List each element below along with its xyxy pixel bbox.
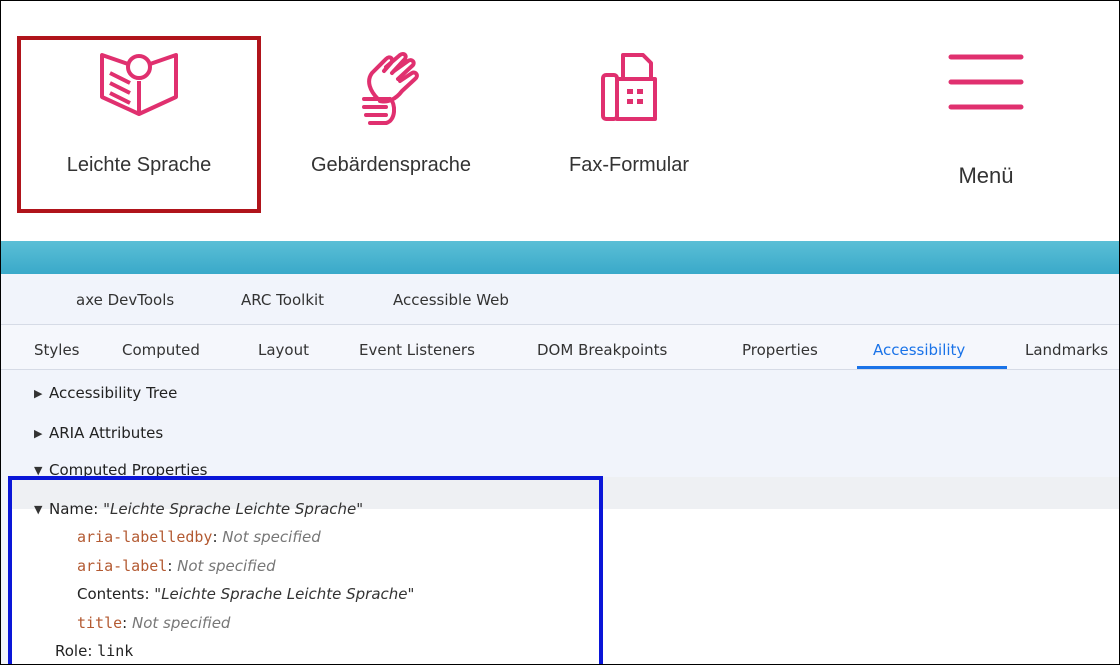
tab-styles[interactable]: Styles: [34, 341, 80, 359]
tab-arc-toolkit[interactable]: ARC Toolkit: [241, 291, 324, 309]
prop-label: Name:: [49, 500, 104, 518]
expand-triangle-icon: ▶: [34, 427, 43, 440]
prop-aria-labelledby: aria-labelledby: Not specified: [77, 528, 321, 546]
prop-title: title: Not specified: [77, 614, 231, 632]
section-accessibility-tree[interactable]: ▶ Accessibility Tree: [34, 384, 177, 402]
menu-label: Menü: [958, 163, 1014, 188]
tab-axe-devtools[interactable]: axe DevTools: [76, 291, 174, 309]
prop-name-row[interactable]: ▼ Name: "Leichte Sprache Leichte Sprache": [34, 500, 363, 518]
tab-landmarks[interactable]: Landmarks: [1025, 341, 1108, 359]
prop-contents: Contents: "Leichte Sprache Leichte Sprac…: [77, 585, 414, 603]
tab-layout[interactable]: Layout: [258, 341, 309, 359]
expand-triangle-icon: ▶: [34, 387, 43, 400]
tab-accessibility[interactable]: Accessibility: [873, 341, 965, 359]
site-header: Leichte Sprache Gebärdensprache Fax-Form…: [1, 1, 1119, 241]
attr-value: Not specified: [131, 614, 231, 632]
prop-value: "Leichte Sprache Leichte Sprache": [103, 500, 364, 518]
attr-value: Not specified: [222, 528, 321, 546]
screenshot-frame: Leichte Sprache Gebärdensprache Fax-Form…: [0, 0, 1120, 665]
nav-gebaerdensprache-link[interactable]: Gebärdensprache: [271, 41, 511, 216]
attr-value: Not specified: [177, 557, 276, 575]
section-label: Accessibility Tree: [49, 384, 178, 402]
fax-icon: [599, 51, 659, 129]
nav-label: Fax-Formular: [568, 154, 689, 176]
prop-role: Role: link: [55, 642, 133, 660]
hamburger-menu-icon: [948, 51, 1024, 119]
prop-label: Role:: [55, 642, 98, 660]
section-aria-attributes[interactable]: ▶ ARIA Attributes: [34, 424, 163, 442]
tab-accessible-web[interactable]: Accessible Web: [393, 291, 509, 309]
collapse-triangle-icon: ▼: [34, 503, 43, 516]
collapse-triangle-icon: ▼: [34, 464, 43, 477]
open-book-person-icon: [98, 51, 180, 123]
teal-banner: [1, 241, 1119, 274]
nav-label: Gebärdensprache: [310, 154, 472, 176]
nav-label: Leichte Sprache: [66, 154, 212, 176]
attr-name: aria-label: [77, 557, 168, 575]
attr-name: title: [77, 614, 123, 632]
nav-leichte-sprache-link[interactable]: Leichte Sprache: [19, 41, 259, 216]
prop-aria-label: aria-label: Not specified: [77, 557, 276, 575]
extension-tab-bar: axe DevTools ARC Toolkit Accessible Web: [1, 274, 1119, 324]
active-tab-indicator: [857, 366, 1007, 369]
tab-properties[interactable]: Properties: [742, 341, 818, 359]
tab-computed[interactable]: Computed: [122, 341, 200, 359]
sign-language-hands-icon: [356, 51, 426, 135]
prop-value: link: [97, 642, 134, 660]
prop-label: Contents:: [77, 585, 155, 603]
tab-dom-breakpoints[interactable]: DOM Breakpoints: [537, 341, 667, 359]
prop-value: "Leichte Sprache Leichte Sprache": [154, 585, 415, 603]
nav-fax-formular-link[interactable]: Fax-Formular: [509, 41, 749, 216]
section-label: ARIA Attributes: [49, 424, 164, 442]
attr-name: aria-labelledby: [77, 528, 213, 546]
tab-event-listeners[interactable]: Event Listeners: [359, 341, 475, 359]
menu-button[interactable]: Menü: [871, 41, 1101, 216]
panel-tab-bar: Styles Computed Layout Event Listeners D…: [1, 324, 1119, 370]
devtools-panel: axe DevTools ARC Toolkit Accessible Web …: [1, 274, 1119, 664]
